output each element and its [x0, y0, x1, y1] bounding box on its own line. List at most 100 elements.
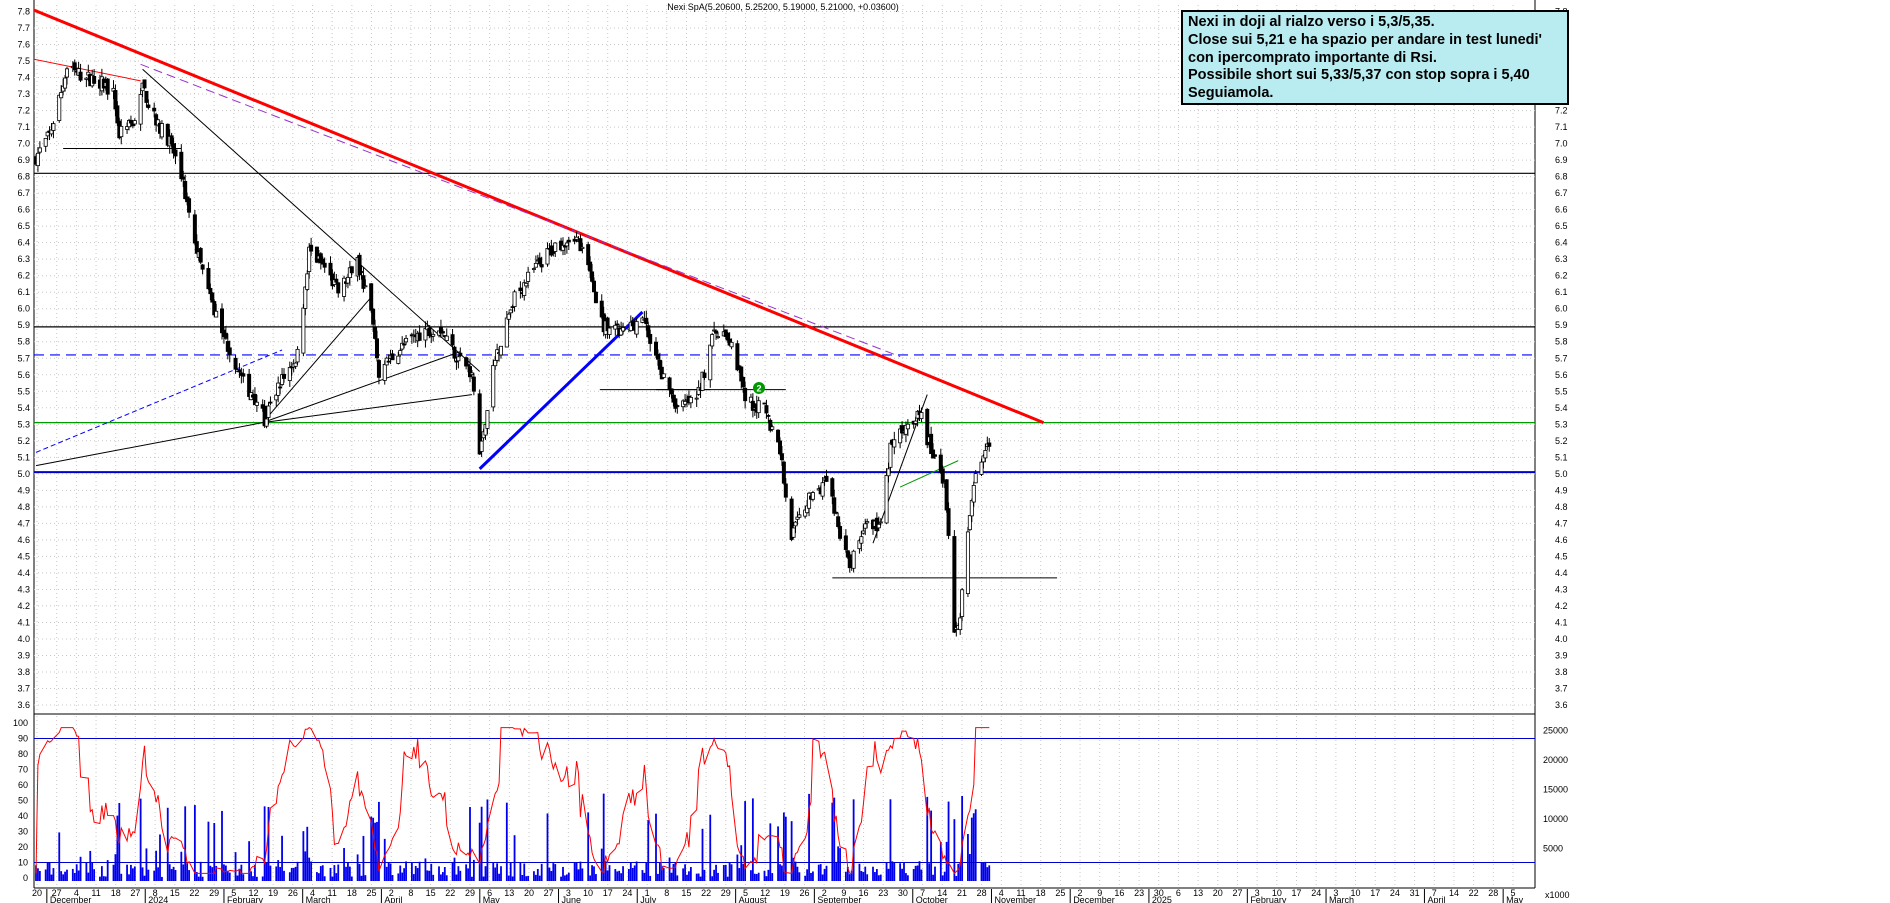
candle-body — [797, 514, 802, 518]
candle-body — [533, 262, 538, 268]
volume-bar — [875, 869, 878, 881]
volume-bar — [899, 863, 902, 881]
volume-bar — [724, 864, 727, 881]
volume-bar — [79, 856, 82, 881]
volume-bar — [655, 813, 657, 881]
volume-bar — [912, 869, 915, 881]
volume-bar — [294, 866, 297, 881]
date-tick-label: 11 — [91, 888, 100, 898]
volume-bar — [116, 815, 119, 881]
fan-trendline — [262, 296, 372, 423]
volume-bar — [153, 870, 156, 881]
candle-body — [967, 515, 972, 531]
volume-tick-label: 15000 — [1543, 785, 1568, 795]
candle-body — [417, 332, 422, 341]
price-tick-label: 6.8 — [17, 172, 30, 182]
volume-bar — [635, 861, 638, 881]
volume-bar — [85, 862, 88, 881]
candle-body — [958, 617, 963, 631]
volume-bar — [889, 799, 892, 881]
volume-unit-label: x1000 — [1545, 890, 1570, 900]
dotted-support-line — [35, 349, 283, 453]
volume-bar — [932, 874, 934, 881]
volume-axis-right: 5000 10000 15000 20000 25000 — [1543, 726, 1568, 854]
volume-bar — [281, 835, 283, 881]
price-tick-label: 3.7 — [17, 683, 30, 693]
candle-body — [146, 104, 151, 108]
date-tick-label: 27 — [1232, 888, 1242, 898]
price-tick-label: 5.7 — [1555, 353, 1568, 363]
rsi-tick-label: 90 — [18, 734, 28, 744]
candle-body — [770, 426, 775, 430]
candle-body — [152, 107, 157, 112]
candle-body — [386, 360, 391, 363]
note-line: Possibile short sui 5,33/5,37 con stop s… — [1188, 67, 1530, 84]
candle-body — [574, 236, 579, 240]
volume-bar — [147, 869, 150, 881]
volume-tick-label: 20000 — [1543, 755, 1568, 765]
volume-bar — [784, 816, 787, 881]
price-tick-label: 4.9 — [1555, 485, 1568, 495]
date-tick-label: 24 — [622, 888, 632, 898]
candle-body — [524, 282, 529, 287]
rsi-tick-label: 30 — [18, 827, 28, 837]
volume-bar — [684, 864, 686, 881]
volume-bar — [484, 866, 487, 881]
volume-bar — [277, 860, 280, 881]
volume-bar — [713, 869, 716, 881]
volume-bar — [658, 862, 661, 881]
volume-bar — [91, 862, 94, 881]
candle-body — [115, 105, 120, 124]
note-line: con ipercomprato importante di Rsi. — [1188, 49, 1437, 66]
candle-body — [144, 90, 149, 103]
volume-bar — [500, 866, 502, 881]
price-tick-label: 4.1 — [17, 617, 30, 627]
volume-bar — [242, 874, 245, 881]
candle-body — [35, 152, 40, 167]
candle-body — [200, 264, 205, 270]
price-tick-label: 4.4 — [1555, 568, 1568, 578]
candle-body — [78, 71, 83, 81]
candle-body — [607, 327, 612, 335]
candle-body — [590, 271, 595, 282]
volume-bar — [620, 873, 623, 881]
volume-bar — [606, 870, 609, 881]
price-tick-label: 3.8 — [1555, 667, 1568, 677]
rsi-axis-left: 0 10 20 30 40 50 60 70 80 90 100 — [13, 718, 28, 883]
price-tick-label: 6.0 — [1555, 304, 1568, 314]
candle-body — [865, 521, 870, 524]
volume-bar — [223, 864, 225, 881]
volume-bar — [763, 870, 766, 881]
volume-bar — [161, 876, 163, 881]
price-tick-label: 4.5 — [1555, 551, 1568, 561]
volume-bar — [928, 863, 931, 881]
volume-bar — [478, 822, 481, 881]
candle-body — [766, 415, 771, 417]
price-tick-label: 7.0 — [17, 139, 30, 149]
volume-bar — [505, 802, 508, 881]
volume-bar — [399, 865, 402, 881]
volume-bar — [292, 867, 295, 881]
volume-bar — [711, 876, 714, 881]
date-tick-label: 8 — [408, 888, 413, 898]
volume-bar — [885, 862, 888, 881]
volume-bar — [401, 872, 404, 881]
volume-bar — [821, 874, 824, 881]
volume-bar — [255, 876, 258, 881]
price-tick-label: 6.7 — [1555, 188, 1568, 198]
price-tick-label: 4.1 — [1555, 617, 1568, 627]
candle-body — [526, 271, 531, 282]
candle-body — [979, 461, 984, 475]
date-tick-label: 15 — [170, 888, 180, 898]
volume-bar — [864, 866, 867, 881]
candle-body — [369, 283, 374, 311]
candle-body — [192, 214, 197, 244]
price-tick-label: 5.8 — [17, 337, 30, 347]
date-tick-label: 24 — [1311, 888, 1321, 898]
volume-bar — [52, 868, 55, 881]
candle-body — [669, 388, 674, 395]
date-tick-label: 8 — [664, 888, 669, 898]
date-tick-label: 27 — [544, 888, 554, 898]
volume-bar — [428, 870, 431, 881]
volume-bar — [573, 862, 576, 881]
